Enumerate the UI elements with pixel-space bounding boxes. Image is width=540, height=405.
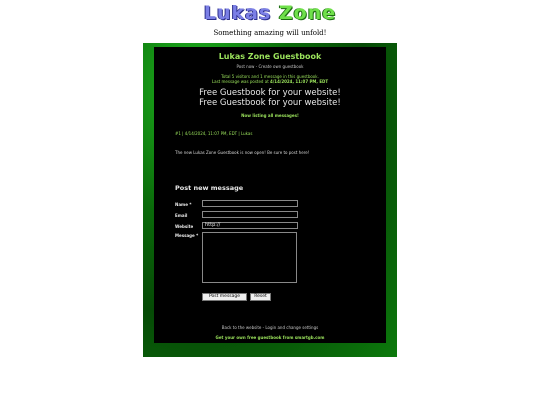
back-to-website-link[interactable]: Back to the website — [222, 325, 262, 330]
post-now-link[interactable]: Post now — [237, 64, 255, 69]
guestbook-title: Lukas Zone Guestbook — [218, 52, 322, 61]
logo-word-zone: Zone — [278, 2, 337, 24]
login-settings-link[interactable]: Login and change settings — [265, 325, 318, 330]
email-field[interactable] — [202, 211, 298, 218]
footer-links: Back to the website - Login and change s… — [154, 325, 386, 330]
smartgb-promo-link[interactable]: Get your own free guestbook from smartgb… — [154, 335, 386, 340]
site-tagline: Something amazing will unfold! — [213, 29, 327, 37]
website-label: Website — [175, 224, 194, 229]
website-field[interactable]: http:// — [202, 222, 298, 229]
message-textarea[interactable] — [202, 232, 297, 283]
last-message-prefix: Last message was posted at — [211, 79, 271, 84]
promo-banner-line-1: Free Guestbook for your website! — [199, 88, 341, 98]
name-field[interactable] — [202, 200, 298, 207]
name-label: Name * — [175, 202, 192, 207]
promo-banner-line-2: Free Guestbook for your website! — [199, 98, 341, 108]
create-guestbook-link[interactable]: Create own guestbook — [258, 64, 303, 69]
message-label: Message * — [175, 233, 199, 238]
post-message-button[interactable]: Post message — [202, 293, 247, 301]
site-logo: Lukas Zone — [0, 2, 540, 24]
logo-word-lukas: Lukas — [203, 2, 272, 24]
email-label: Email — [175, 213, 188, 218]
last-message-date: 4/14/2024, 11:07 PM, EDT — [270, 79, 329, 84]
last-message-stats: Last message was posted at 4/14/2024, 11… — [154, 79, 386, 84]
post-meta: #1 | 4/14/2024, 11:07 PM, EDT | Lukas — [175, 131, 253, 136]
form-heading: Post new message — [175, 184, 244, 192]
guestbook-sublinks: Post now - Create own guestbook — [154, 64, 386, 69]
listing-notice: Now listing all messages! — [241, 113, 299, 118]
reset-button[interactable]: Reset — [250, 293, 271, 301]
post-body: The new Lukas Zone Guestbook is now open… — [175, 150, 310, 155]
guestbook-panel: Lukas Zone Guestbook Post now - Create o… — [154, 47, 386, 343]
